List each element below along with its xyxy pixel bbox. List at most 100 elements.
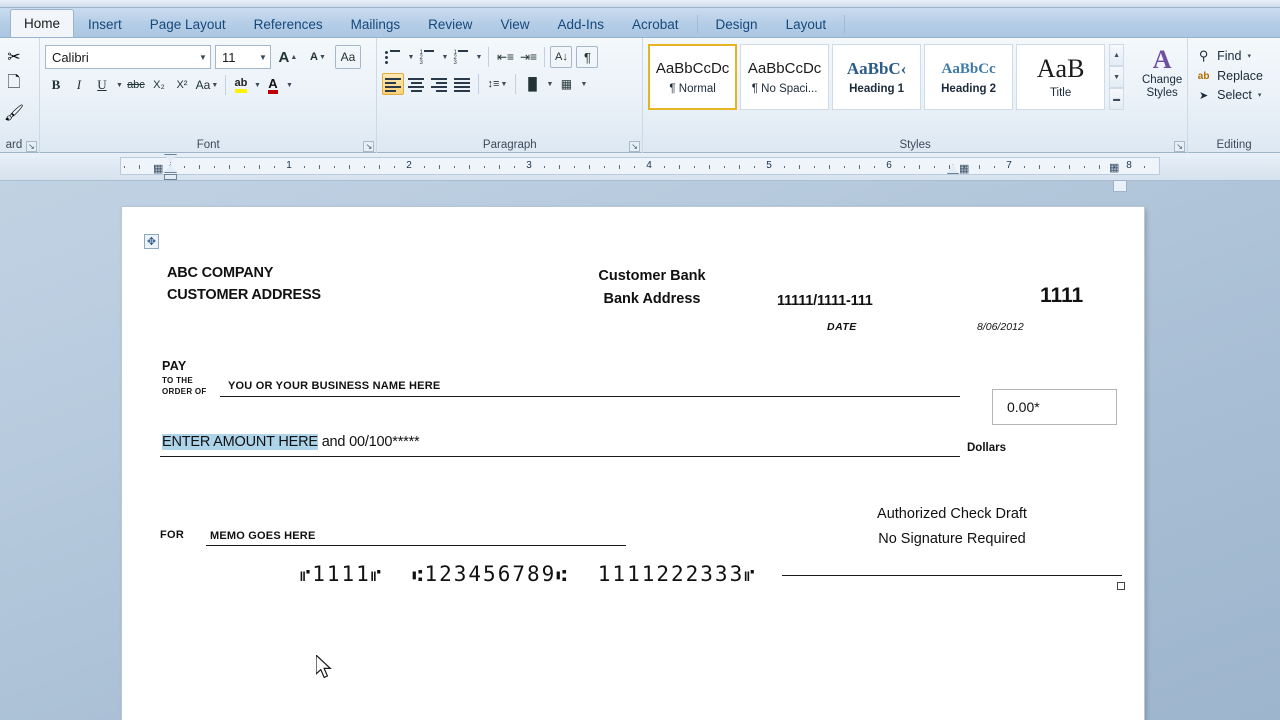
scissors-icon[interactable]: ✂ <box>1 44 27 69</box>
horizontal-ruler[interactable]: 1 2 3 4 5 6 7 8 ▦ ▦ ▦ <box>120 154 1160 180</box>
font-color-dropdown-icon[interactable]: ▼ <box>284 74 294 96</box>
underline-dropdown-icon[interactable]: ▼ <box>114 74 124 96</box>
style-heading-2[interactable]: AaBbCc Heading 2 <box>924 44 1014 110</box>
bullets-dropdown-icon[interactable]: ▼ <box>405 46 415 68</box>
ruler-tab-stop-end-icon[interactable]: ▦ <box>1109 161 1119 174</box>
clear-formatting-button[interactable]: Aa <box>334 45 361 69</box>
borders-dropdown-icon[interactable]: ▼ <box>578 73 588 95</box>
styles-dialog-launcher[interactable]: ↘ <box>1174 141 1186 152</box>
styles-gallery-scroll[interactable]: ▲ ▼ ▬ <box>1109 44 1125 110</box>
underline-button[interactable]: U <box>91 74 113 96</box>
tab-add-ins[interactable]: Add-Ins <box>543 11 618 37</box>
shading-button[interactable]: █ <box>521 73 543 95</box>
date-value[interactable]: 8/06/2012 <box>977 321 1024 333</box>
align-left-button[interactable] <box>382 73 405 95</box>
justify-button[interactable] <box>451 73 473 95</box>
ruler-tick <box>514 166 515 168</box>
payee-value[interactable]: YOU OR YOUR BUSINESS NAME HERE <box>228 380 440 392</box>
tab-mailings[interactable]: Mailings <box>337 11 415 37</box>
tab-review[interactable]: Review <box>414 11 486 37</box>
align-center-button[interactable] <box>405 73 427 95</box>
amount-words-line[interactable]: ENTER AMOUNT HERE and 00/100***** <box>160 412 960 457</box>
font-name-input[interactable]: Calibri ▼ <box>44 45 211 69</box>
chevron-down-icon[interactable]: ▼ <box>199 53 207 62</box>
font-size-input[interactable]: 11 ▼ <box>214 45 271 69</box>
font-color-button[interactable]: A <box>263 74 283 96</box>
align-right-button[interactable] <box>428 73 450 95</box>
strikethrough-button[interactable]: abc <box>125 74 147 96</box>
subscript-button[interactable]: X₂ <box>148 74 170 96</box>
styles-more-icon[interactable]: ▬ <box>1109 88 1125 110</box>
style-no-spacing[interactable]: AaBbCcDc ¶ No Spaci... <box>740 44 830 110</box>
replace-button[interactable]: ab Replace <box>1193 68 1275 84</box>
numbering-dropdown-icon[interactable]: ▼ <box>439 46 449 68</box>
amount-numeric-box[interactable]: 0.00* <box>992 389 1117 425</box>
ruler-tick <box>844 166 845 168</box>
tab-view[interactable]: View <box>486 11 543 37</box>
paintbrush-icon[interactable]: 🖌 <box>1 100 27 125</box>
document-page[interactable]: ✥ ABC COMPANY CUSTOMER ADDRESS Customer … <box>122 207 1144 720</box>
italic-button[interactable]: I <box>68 74 90 96</box>
tab-layout[interactable]: Layout <box>772 11 841 37</box>
find-label: Find <box>1217 49 1242 63</box>
chevron-down-icon[interactable]: ▾ <box>1247 52 1251 60</box>
change-styles-button[interactable]: A Change Styles <box>1127 44 1197 100</box>
subscript-label: X₂ <box>153 79 165 91</box>
amount-numeric-value: 0.00* <box>1007 399 1040 415</box>
style-normal[interactable]: AaBbCcDc ¶ Normal <box>648 44 738 110</box>
shrink-font-button[interactable]: A ▼ <box>305 45 331 69</box>
payee-line[interactable]: YOU OR YOUR BUSINESS NAME HERE <box>220 357 960 397</box>
tab-acrobat[interactable]: Acrobat <box>618 11 693 37</box>
text-highlight-color-button[interactable]: ab <box>231 74 251 96</box>
shading-dropdown-icon[interactable]: ▼ <box>544 73 554 95</box>
decrease-indent-button[interactable]: ⇤≡ <box>494 46 516 68</box>
styles-scroll-up-icon[interactable]: ▲ <box>1109 44 1125 66</box>
styles-gallery: AaBbCcDc ¶ Normal AaBbCcDc ¶ No Spaci...… <box>648 44 1197 110</box>
increase-indent-button[interactable]: ⇥≡ <box>517 46 539 68</box>
ruler-tick <box>1024 166 1025 168</box>
multilevel-list-button[interactable]: 123 <box>450 46 472 68</box>
clipboard-dialog-launcher[interactable]: ↘ <box>25 141 37 152</box>
tab-insert[interactable]: Insert <box>74 11 136 37</box>
select-button[interactable]: ➤ Select ▾ <box>1193 87 1275 103</box>
tab-insert-label: Insert <box>88 17 122 32</box>
paragraph-group-label: Paragraph <box>482 139 537 151</box>
ruler-tab-stop-left-icon[interactable]: ▦ <box>153 162 163 175</box>
styles-scroll-down-icon[interactable]: ▼ <box>1109 66 1125 88</box>
amount-words-text[interactable]: ENTER AMOUNT HERE and 00/100***** <box>162 434 420 450</box>
bullets-button[interactable] <box>382 46 404 68</box>
line-spacing-button[interactable]: ↕≡ ▼ <box>484 73 510 95</box>
sort-button[interactable]: A↓ <box>550 46 573 68</box>
highlight-dropdown-icon[interactable]: ▼ <box>252 74 262 96</box>
tab-references[interactable]: References <box>240 11 337 37</box>
memo-value[interactable]: MEMO GOES HERE <box>210 530 315 542</box>
chevron-down-icon[interactable]: ▾ <box>1258 91 1262 99</box>
ruler-tick <box>469 165 470 169</box>
amount-words-selected[interactable]: ENTER AMOUNT HERE <box>162 434 318 450</box>
tab-page-layout[interactable]: Page Layout <box>136 11 240 37</box>
bold-button[interactable]: B <box>45 74 67 96</box>
grow-font-button[interactable]: A ▲ <box>275 45 301 69</box>
superscript-button[interactable]: X² <box>171 74 193 96</box>
copy-icon[interactable]: 🗋 <box>1 72 27 97</box>
left-indent-marker[interactable] <box>164 154 177 180</box>
style-heading-1[interactable]: AaBbC‹ Heading 1 <box>832 44 922 110</box>
show-formatting-marks-button[interactable]: ¶ <box>576 46 599 68</box>
no-signature-required-line: No Signature Required <box>878 531 1026 547</box>
ruler-tick <box>199 165 200 169</box>
paragraph-dialog-launcher[interactable]: ↘ <box>629 141 641 152</box>
borders-button[interactable]: ▦ <box>555 73 577 95</box>
sort-icon: A↓ <box>555 51 568 63</box>
memo-line[interactable]: MEMO GOES HERE <box>206 520 626 546</box>
multilevel-dropdown-icon[interactable]: ▼ <box>473 46 483 68</box>
style-heading-2-label: Heading 2 <box>941 83 997 95</box>
tab-home[interactable]: Home <box>10 9 75 37</box>
chevron-down-icon[interactable]: ▼ <box>259 53 267 62</box>
ruler-tab-stop-right-icon[interactable]: ▦ <box>959 162 969 175</box>
font-dialog-launcher[interactable]: ↘ <box>363 141 375 152</box>
tab-design[interactable]: Design <box>702 11 772 37</box>
change-case-button[interactable]: Aa ▼ <box>194 74 220 96</box>
style-title[interactable]: AaB Title <box>1016 44 1106 110</box>
numbering-button[interactable]: 123 <box>416 46 438 68</box>
find-button[interactable]: ⚲ Find ▾ <box>1193 47 1275 65</box>
